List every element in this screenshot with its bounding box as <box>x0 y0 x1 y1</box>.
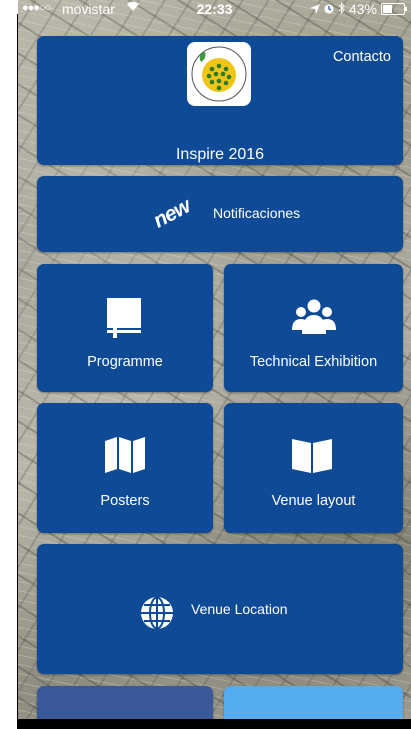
event-title: Inspire 2016 <box>175 146 265 163</box>
new-badge: new <box>149 194 194 233</box>
app-screen: ●●●○○ movistar 22:33 43% Contacto Inspir… <box>18 0 411 729</box>
globe-icon <box>140 596 174 635</box>
status-bar: ●●●○○ movistar 22:33 43% <box>18 0 411 20</box>
bluetooth-icon <box>338 1 345 17</box>
folded-map-icon <box>105 437 145 478</box>
posters-tile[interactable]: Posters <box>37 403 213 533</box>
notifications-label: Notificaciones <box>213 205 301 221</box>
facebook-icon <box>116 721 138 729</box>
inspire-logo <box>187 42 251 106</box>
technical-exhibition-tile[interactable]: Technical Exhibition <box>224 264 403 392</box>
book-icon <box>105 298 143 343</box>
venue-layout-label: Venue layout <box>271 493 356 509</box>
technical-exhibition-label: Technical Exhibition <box>249 354 378 370</box>
open-book-map-icon <box>292 437 332 478</box>
battery-icon <box>381 3 407 15</box>
location-arrow-icon <box>309 1 320 17</box>
twitter-tile[interactable] <box>224 686 403 729</box>
notifications-tile[interactable]: new Notificaciones <box>37 176 403 252</box>
people-group-icon <box>292 298 336 341</box>
venue-layout-tile[interactable]: Venue layout <box>224 403 403 533</box>
contact-link[interactable]: Contacto <box>333 49 391 65</box>
programme-label: Programme <box>87 354 163 370</box>
venue-location-tile[interactable]: Venue Location <box>37 544 403 674</box>
alarm-icon <box>324 1 334 17</box>
battery-percent: 43% <box>348 1 377 17</box>
programme-tile[interactable]: Programme <box>37 264 213 392</box>
header-tile: Contacto Inspire 2016 <box>37 36 403 165</box>
twitter-bird-icon <box>302 721 332 729</box>
screenshot-frame-left <box>0 0 18 729</box>
posters-label: Posters <box>100 493 150 509</box>
facebook-tile[interactable] <box>37 686 213 729</box>
venue-location-label: Venue Location <box>191 601 288 617</box>
